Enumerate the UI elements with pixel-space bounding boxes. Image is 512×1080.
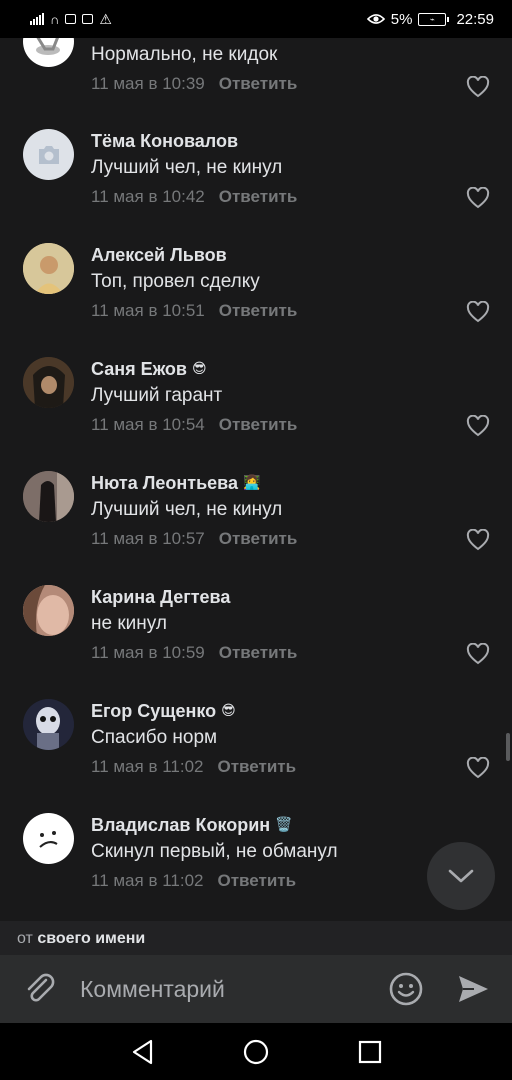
heart-icon[interactable] [466,301,490,323]
comment-meta: 11 мая в 10:54 Ответить [91,415,297,435]
emoji-icon[interactable] [388,971,424,1007]
headset-icon: ∩ [50,11,60,27]
battery-percent: 5% [390,10,413,28]
comment-date: 11 мая в 10:51 [91,301,205,320]
comment-text: Топ, провел сделку [91,271,260,292]
avatar[interactable] [23,243,74,294]
comment-date: 11 мая в 11:02 [91,757,204,776]
comment-text: Спасибо норм [91,727,218,748]
comment-meta: 11 мая в 10:39 Ответить [91,74,297,94]
comment-meta: 11 мая в 10:42 Ответить [91,187,297,207]
comment-meta: 11 мая в 10:51 Ответить [91,301,297,321]
screen: ∩ ⚠ 5% ⌁ 22:59 Нормально, не кидок 11 ма… [0,0,512,1080]
scrollbar-thumb[interactable] [506,733,510,761]
heart-icon[interactable] [466,76,490,98]
comment-author: Саня Ежов 😎 [91,359,207,379]
comment-date: 11 мая в 10:57 [91,529,205,548]
emoji-badge: 😎 [192,360,207,376]
recents-icon[interactable] [356,1038,384,1066]
comment-author: Алексей Львов [91,245,227,265]
camera-icon [38,145,59,164]
comment-text: Скинул первый, не обманул [91,841,338,862]
chevron-down-icon [448,869,474,883]
comment-meta: 11 мая в 11:02 Ответить [91,757,296,777]
comment-input[interactable] [80,969,370,1009]
back-icon[interactable] [129,1038,157,1066]
comment-text: Нормально, не кидок [91,44,278,65]
avatar[interactable] [23,129,74,180]
comment-author: Владислав Кокорин 🗑️ [91,815,293,835]
comment-composer [0,955,512,1023]
comment-date: 11 мая в 11:02 [91,871,204,890]
sad-face-icon [39,831,58,848]
avatar[interactable] [23,585,74,636]
heart-icon[interactable] [466,529,490,551]
battery-icon: ⌁ [418,12,450,26]
comment-date: 11 мая в 10:39 [91,74,205,93]
comment-item: Тёма Коновалов Лучший чел, не кинул 11 м… [0,127,512,241]
signal-icon [30,13,44,25]
comment-text: Лучший чел, не кинул [91,157,283,178]
paperclip-icon[interactable] [22,971,58,1007]
comments-list[interactable]: Нормально, не кидок 11 мая в 10:39 Ответи… [0,38,512,920]
heart-icon[interactable] [466,757,490,779]
avatar[interactable] [23,471,74,522]
comment-date: 11 мая в 10:42 [91,187,205,206]
comment-author: Нюта Леонтьева 👩‍💻 [91,473,261,493]
status-icons-right: 5% ⌁ 22:59 [366,10,494,28]
heart-icon[interactable] [466,643,490,665]
comment-date: 11 мая в 10:54 [91,415,205,434]
mail-icon [65,14,77,24]
gallery-icon [82,14,94,24]
comment-meta: 11 мая в 10:57 Ответить [91,529,297,549]
reply-button[interactable]: Ответить [217,871,296,890]
avatar[interactable] [23,38,74,67]
avatar[interactable] [23,357,74,408]
comment-item: Нюта Леонтьева 👩‍💻 Лучший чел, не кинул 1… [0,469,512,583]
comment-meta: 11 мая в 11:02 Ответить [91,871,296,891]
home-icon[interactable] [242,1038,270,1066]
reply-button[interactable]: Ответить [219,74,298,93]
post-as-value: своего имени [37,930,146,947]
comment-item: Алексей Львов Топ, провел сделку 11 мая … [0,241,512,355]
reply-button[interactable]: Ответить [219,301,298,320]
warning-icon: ⚠ [99,10,112,27]
comment-item: Саня Ежов 😎 Лучший гарант 11 мая в 10:54 О… [0,355,512,469]
system-nav-bar [0,1023,512,1080]
comment-item: Нормально, не кидок 11 мая в 10:39 Ответи… [0,38,512,98]
emoji-badge: 😎 [221,702,236,718]
comment-author: Карина Дегтева [91,587,231,607]
comment-text: не кинул [91,613,167,634]
clock: 22:59 [456,10,494,28]
comment-meta: 11 мая в 10:59 Ответить [91,643,297,663]
comment-text: Лучший гарант [91,385,223,406]
reply-button[interactable]: Ответить [219,187,298,206]
send-icon[interactable] [456,973,490,1005]
heart-icon[interactable] [466,415,490,437]
emoji-badge: 👩‍💻 [243,474,261,490]
reply-button[interactable]: Ответить [217,757,296,776]
comment-text: Лучший чел, не кинул [91,499,283,520]
comment-author: Егор Сущенко 😎 [91,701,236,721]
post-as-prefix: от [17,930,33,947]
comment-item: Карина Дегтева не кинул 11 мая в 10:59 От… [0,583,512,697]
comment-author: Тёма Коновалов [91,131,239,151]
status-bar: ∩ ⚠ 5% ⌁ 22:59 [0,0,512,38]
comment-date: 11 мая в 10:59 [91,643,205,662]
reply-button[interactable]: Ответить [219,643,298,662]
heart-icon[interactable] [466,187,490,209]
avatar[interactable] [23,813,74,864]
comment-item: Егор Сущенко 😎 Спасибо норм 11 мая в 11:0… [0,697,512,811]
scroll-down-button[interactable] [427,842,495,910]
avatar[interactable] [23,699,74,750]
post-as-selector[interactable]: от своего имени [0,921,512,955]
status-icons-left: ∩ ⚠ [30,11,367,28]
reply-button[interactable]: Ответить [219,529,298,548]
emoji-badge: 🗑️ [275,816,293,832]
eye-icon [366,14,385,24]
reply-button[interactable]: Ответить [219,415,298,434]
